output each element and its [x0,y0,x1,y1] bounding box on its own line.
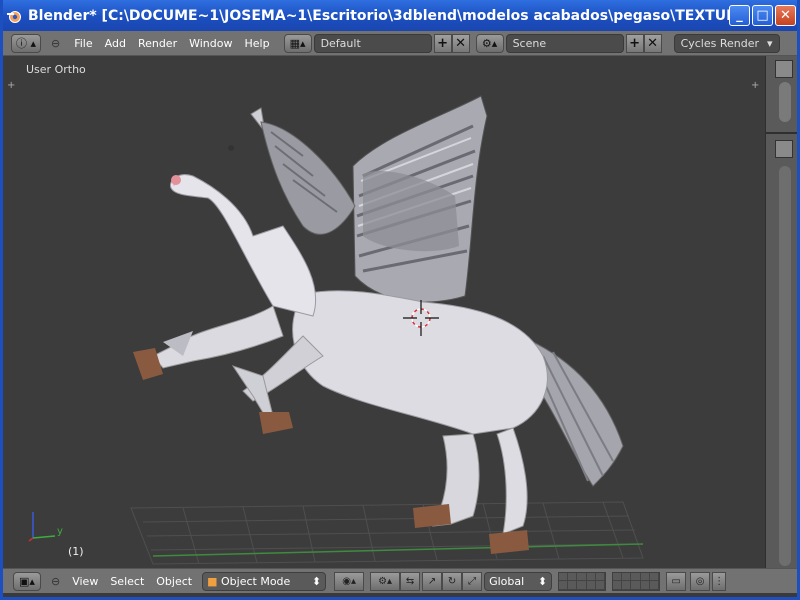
scene-render [28,95,644,565]
menu-add[interactable]: Add [99,37,132,50]
minimize-button[interactable]: _ [729,5,750,26]
collapse-icon[interactable]: ⊖ [51,37,60,50]
pegasus-wings [352,95,488,303]
blender-logo-icon [7,10,21,23]
interaction-mode-dropdown[interactable]: ■ Object Mode ⬍ [202,571,327,591]
frame-label: (1) [68,545,84,558]
properties-scrollbar[interactable] [779,166,791,566]
scene-icon[interactable]: ⚙▴ [475,33,504,53]
area-divider[interactable] [766,132,798,134]
menu-select[interactable]: Select [104,575,150,588]
scene-dropdown[interactable]: Scene [505,33,624,53]
menu-file[interactable]: File [68,37,98,50]
layers-left[interactable] [558,571,607,591]
proportional-edit-icon[interactable]: ◎ [690,571,711,591]
horse-eye [228,145,234,151]
chevron-updown-icon: ⬍ [311,574,322,588]
close-button[interactable]: ✕ [775,5,796,26]
menu-window[interactable]: Window [183,37,238,50]
x-axis-line [152,543,644,557]
cube-icon: ■ [207,574,218,588]
window-title: Blender* [C:\DOCUME~1\JOSEMA~1\Escritori… [28,7,729,24]
chevron-updown-icon: ⬍ [537,574,548,588]
info-header: ⓘ ▴ ⊖ File Add Render Window Help ▦▴ Def… [3,31,797,56]
title-bar: Blender* [C:\DOCUME~1\JOSEMA~1\Escritori… [0,0,800,31]
add-scene-button[interactable]: + [625,33,644,53]
right-sidebar [765,56,798,568]
screen-layout-icon[interactable]: ▦▴ [283,33,312,53]
pegasus-body [133,107,548,554]
maximize-button[interactable]: □ [752,5,773,26]
hind-hoof-left [413,504,451,528]
menu-help[interactable]: Help [238,37,275,50]
orientation-label: Global [489,574,525,588]
layers-right[interactable] [612,571,661,591]
axis-y-label: y [57,526,63,537]
menu-view[interactable]: View [66,575,104,588]
mode-label: Object Mode [221,574,291,588]
scale-manipulator-icon[interactable]: ⤢ [462,571,483,591]
remove-layout-button[interactable]: ✕ [451,33,470,53]
transform-orientation-dropdown[interactable]: Global ⬍ [484,571,553,591]
screen-layout-dropdown[interactable]: Default [313,33,432,53]
view3d-editor-icon[interactable]: ▣▴ [13,571,41,591]
menu-render[interactable]: Render [132,37,183,50]
axis-gizmo [28,512,56,542]
shading-dropdown[interactable]: ◉▴ [334,571,365,591]
outliner-editor-icon[interactable] [775,60,793,78]
manipulator-toggle[interactable]: ⇆ [400,571,421,591]
remove-scene-button[interactable]: ✕ [643,33,662,53]
lock-layers-icon[interactable]: ▭ [666,571,687,591]
viewport-header: ▣▴ ⊖ View Select Object ■ Object Mode ⬍ ◉… [3,568,797,593]
3d-viewport[interactable]: User Ortho + + y (1) [3,56,765,568]
translate-manipulator-icon[interactable]: ↗ [422,571,443,591]
hind-hoof-right [489,530,529,554]
menu-object[interactable]: Object [150,575,198,588]
front-hoof-right [259,412,293,434]
pivot-dropdown[interactable]: ⚙▴ [370,571,401,591]
render-engine-label: Cycles Render [680,36,760,50]
outliner-scrollbar[interactable] [779,82,791,122]
info-icon: ⓘ ▴ [15,37,37,50]
editor-type-button[interactable]: ⓘ ▴ [11,33,41,53]
chevron-down-icon: ▾ [767,36,773,50]
rotate-manipulator-icon[interactable]: ↻ [442,571,463,591]
properties-editor-icon[interactable] [775,140,793,158]
add-layout-button[interactable]: + [433,33,452,53]
collapse-icon[interactable]: ⊖ [51,575,60,588]
snap-icon[interactable]: ⋮ [712,571,727,591]
render-engine-dropdown[interactable]: Cycles Render ▾ [673,33,780,53]
horse-nose [171,175,181,185]
